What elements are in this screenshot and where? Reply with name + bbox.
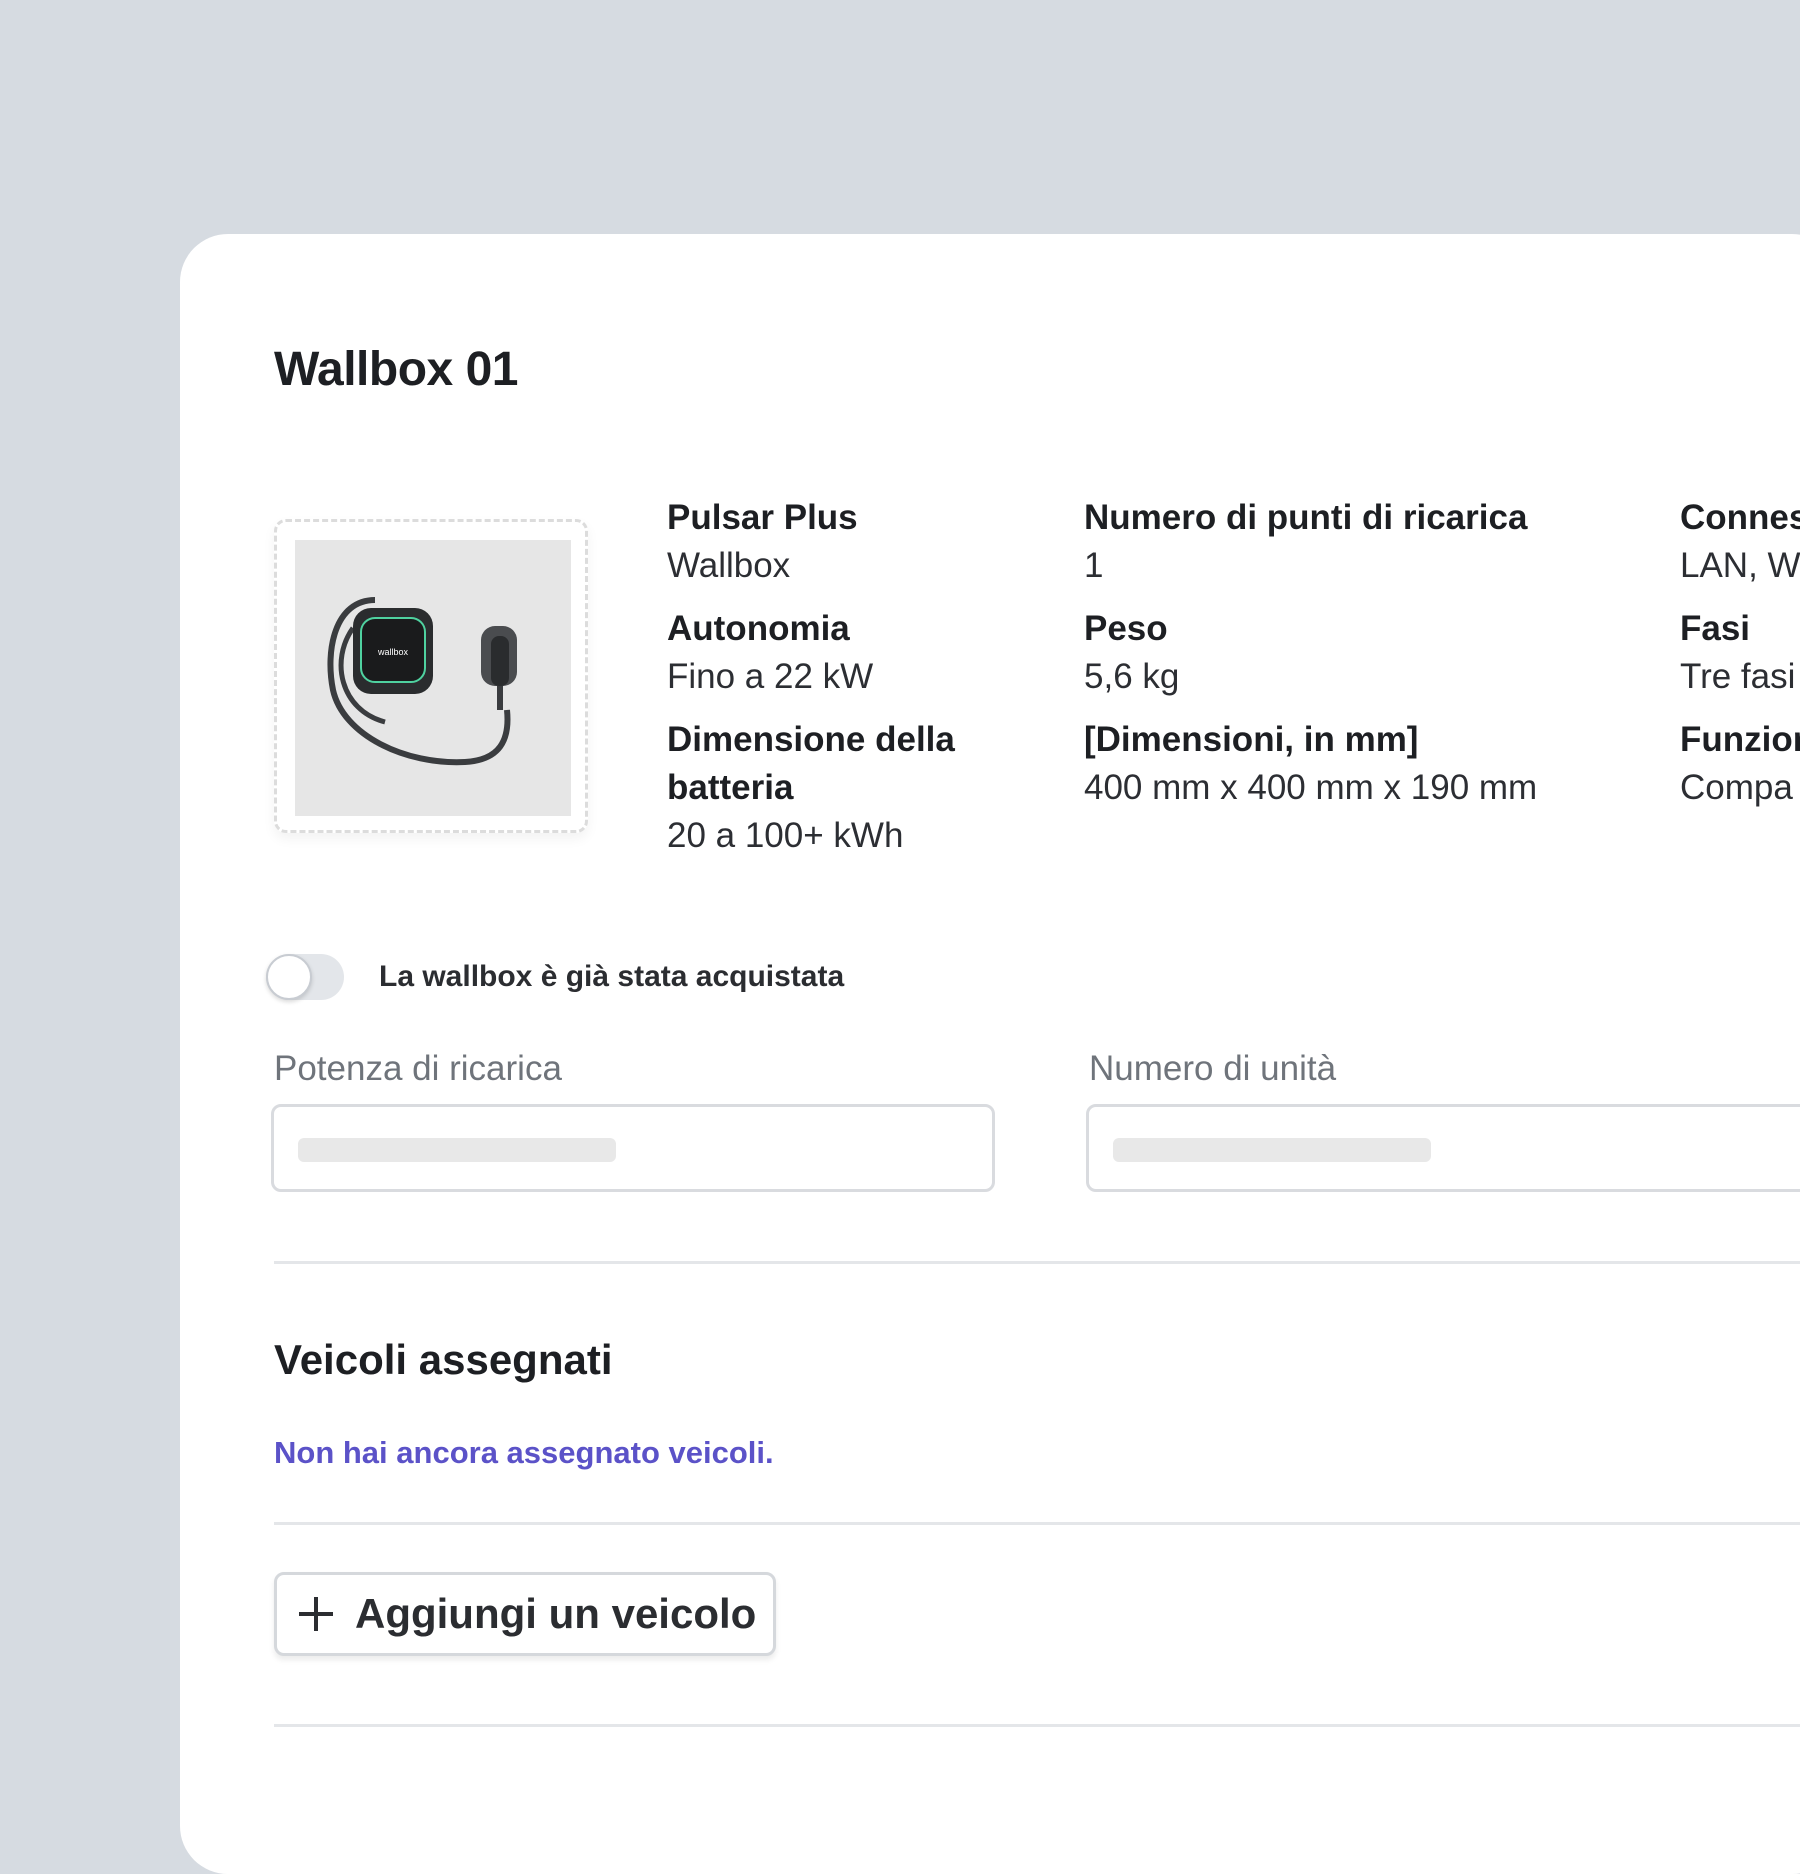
spec-value: 20 a 100+ kWh — [667, 816, 904, 855]
spec-column-1: Pulsar Plus Wallbox Autonomia Fino a 22 … — [667, 494, 997, 860]
spec-label: Peso — [1084, 609, 1168, 648]
spec-value: Fino a 22 kW — [667, 657, 874, 696]
divider — [274, 1261, 1800, 1264]
spec-label: Autonomia — [667, 609, 850, 648]
spec-value: Tre fasi — [1680, 657, 1796, 696]
spec-value: Compa — [1680, 768, 1793, 807]
input-placeholder-bar — [1113, 1138, 1431, 1162]
wallbox-charger-image: wallbox — [327, 597, 517, 766]
purchased-toggle-label: La wallbox è già stata acquistata — [379, 960, 845, 993]
toggle-knob — [266, 954, 312, 1000]
spec-label: Fasi — [1680, 609, 1751, 648]
product-image-frame: wallbox — [274, 519, 588, 833]
vehicles-section-title: Veicoli assegnati — [274, 1336, 613, 1383]
vehicles-empty-message: Non hai ancora assegnato veicoli. — [274, 1435, 774, 1470]
purchased-toggle[interactable] — [266, 954, 344, 1000]
spec-column-2: Numero di punti di ricarica 1 Peso 5,6 k… — [1084, 494, 1537, 812]
page-title: Wallbox 01 — [274, 343, 518, 396]
spec-label: Funzion — [1680, 720, 1800, 759]
spec-value: LAN, W — [1680, 546, 1800, 585]
add-vehicle-button[interactable]: Aggiungi un veicolo — [274, 1572, 776, 1656]
spec-label: Numero di punti di ricarica — [1084, 498, 1528, 537]
charging-power-input[interactable] — [271, 1104, 995, 1192]
spec-value: 400 mm x 400 mm x 190 mm — [1084, 768, 1538, 807]
spec-column-3: Connes LAN, W Fasi Tre fasi Funzion Comp… — [1680, 494, 1800, 812]
wallbox-card: Wallbox 01 wallbox Pulsar Plus Wallbox A… — [180, 234, 1800, 1874]
unit-count-label: Numero di unità — [1089, 1049, 1337, 1088]
product-image: wallbox — [295, 540, 571, 816]
spec-label: Pulsar Plus — [667, 498, 858, 537]
spec-label: [Dimensioni, in mm] — [1084, 720, 1419, 759]
spec-value: 1 — [1084, 546, 1104, 585]
brand-logo: wallbox — [377, 647, 409, 657]
spec-value: Wallbox — [667, 546, 791, 585]
divider — [274, 1522, 1800, 1525]
spec-value: 5,6 kg — [1084, 657, 1180, 696]
input-placeholder-bar — [298, 1138, 616, 1162]
plus-icon — [299, 1597, 333, 1631]
spec-label: Dimensione della batteria — [667, 720, 955, 807]
spec-label: Connes — [1680, 498, 1800, 537]
add-vehicle-button-label: Aggiungi un veicolo — [355, 1590, 757, 1637]
charging-power-label: Potenza di ricarica — [274, 1049, 562, 1088]
divider — [274, 1724, 1800, 1727]
unit-count-input[interactable] — [1086, 1104, 1800, 1192]
